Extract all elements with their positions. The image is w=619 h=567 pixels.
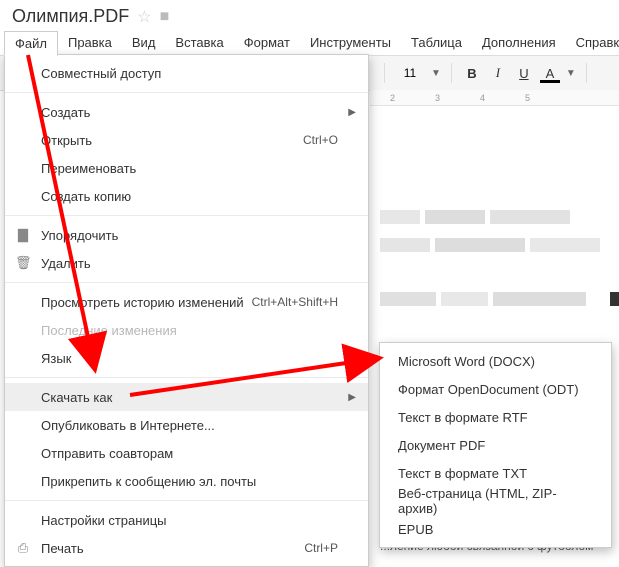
print-icon: ⎙ xyxy=(15,540,31,556)
menu-item-new[interactable]: Создать ▶ xyxy=(5,98,368,126)
submenu-item-epub[interactable]: EPUB xyxy=(380,515,611,543)
font-size-value[interactable]: 11 xyxy=(395,66,425,80)
menu-item-revision-history[interactable]: Просмотреть историю изменений Ctrl+Alt+S… xyxy=(5,288,368,316)
menu-item-organize[interactable]: ▇ Упорядочить xyxy=(5,221,368,249)
menu-item-email-collaborators[interactable]: Отправить соавторам xyxy=(5,439,368,467)
menu-item-recent-changes: Последние изменения xyxy=(5,316,368,344)
folder-icon: ▇ xyxy=(15,227,31,243)
ruler: 2 3 4 5 xyxy=(370,90,619,106)
menu-item-make-copy[interactable]: Создать копию xyxy=(5,182,368,210)
menu-item-label: Создать xyxy=(41,105,90,120)
menu-item-label: Настройки страницы xyxy=(41,513,167,528)
menu-item-print[interactable]: ⎙ Печать Ctrl+P xyxy=(5,534,368,562)
ruler-tick: 2 xyxy=(390,93,395,103)
doc-title[interactable]: Олимпия.PDF xyxy=(12,6,129,27)
menu-item-label: Скачать как xyxy=(41,390,112,405)
menu-item-label: Удалить xyxy=(41,256,91,271)
menu-item-language[interactable]: Язык ▶ xyxy=(5,344,368,372)
ruler-tick: 4 xyxy=(480,93,485,103)
download-as-submenu: Microsoft Word (DOCX) Формат OpenDocumen… xyxy=(379,342,612,548)
menu-item-publish[interactable]: Опубликовать в Интернете... xyxy=(5,411,368,439)
menu-item-label: Открыть xyxy=(41,133,92,148)
menu-item-email-attachment[interactable]: Прикрепить к сообщению эл. почты xyxy=(5,467,368,495)
title-bar: Олимпия.PDF ☆ ■ xyxy=(0,0,619,31)
menu-item-label: Печать xyxy=(41,541,84,556)
submenu-arrow-icon: ▶ xyxy=(348,107,356,118)
menu-item-rename[interactable]: Переименовать xyxy=(5,154,368,182)
menu-item-label: Создать копию xyxy=(41,189,131,204)
star-icon[interactable]: ☆ xyxy=(137,7,151,27)
menu-edit[interactable]: Правка xyxy=(58,31,122,55)
submenu-item-txt[interactable]: Текст в формате TXT xyxy=(380,459,611,487)
submenu-arrow-icon: ▶ xyxy=(348,392,356,403)
menu-help[interactable]: Справка xyxy=(566,31,619,55)
font-size-dropdown-icon[interactable]: ▼ xyxy=(431,68,441,79)
bold-button[interactable]: B xyxy=(462,66,482,81)
document-content xyxy=(380,110,619,320)
menu-view[interactable]: Вид xyxy=(122,31,166,55)
menu-item-label: Совместный доступ xyxy=(41,66,161,81)
submenu-item-docx[interactable]: Microsoft Word (DOCX) xyxy=(380,347,611,375)
underline-button[interactable]: U xyxy=(514,66,534,81)
menu-item-label: Просмотреть историю изменений xyxy=(41,295,244,310)
submenu-arrow-icon: ▶ xyxy=(348,353,356,364)
shortcut-label: Ctrl+O xyxy=(303,133,338,147)
submenu-item-html[interactable]: Веб-страница (HTML, ZIP-архив) xyxy=(380,487,611,515)
submenu-item-odt[interactable]: Формат OpenDocument (ODT) xyxy=(380,375,611,403)
menu-item-delete[interactable]: 🗑 Удалить xyxy=(5,249,368,277)
menu-item-label: Язык xyxy=(41,351,71,366)
submenu-item-pdf[interactable]: Документ PDF xyxy=(380,431,611,459)
menu-tools[interactable]: Инструменты xyxy=(300,31,401,55)
menu-item-label: Переименовать xyxy=(41,161,136,176)
menu-item-download-as[interactable]: Скачать как ▶ xyxy=(5,383,368,411)
file-dropdown-menu: Совместный доступ Создать ▶ Открыть Ctrl… xyxy=(4,54,369,567)
menu-bar: Файл Правка Вид Вставка Формат Инструмен… xyxy=(0,31,619,56)
menu-item-share[interactable]: Совместный доступ xyxy=(5,59,368,87)
text-color-button[interactable]: A xyxy=(540,66,560,81)
menu-addons[interactable]: Дополнения xyxy=(472,31,566,55)
shortcut-label: Ctrl+P xyxy=(304,541,338,555)
menu-format[interactable]: Формат xyxy=(234,31,300,55)
color-dropdown-icon[interactable]: ▼ xyxy=(566,68,576,79)
menu-file[interactable]: Файл xyxy=(4,31,58,56)
menu-item-label: Прикрепить к сообщению эл. почты xyxy=(41,474,256,489)
folder-icon[interactable]: ■ xyxy=(160,8,170,26)
trash-icon: 🗑 xyxy=(15,255,31,271)
shortcut-label: Ctrl+Alt+Shift+H xyxy=(252,295,338,309)
menu-item-label: Отправить соавторам xyxy=(41,446,173,461)
menu-table[interactable]: Таблица xyxy=(401,31,472,55)
menu-item-label: Последние изменения xyxy=(41,323,177,338)
menu-insert[interactable]: Вставка xyxy=(165,31,233,55)
menu-item-page-setup[interactable]: Настройки страницы xyxy=(5,506,368,534)
ruler-tick: 5 xyxy=(525,93,530,103)
italic-button[interactable]: I xyxy=(488,65,508,81)
menu-item-open[interactable]: Открыть Ctrl+O xyxy=(5,126,368,154)
ruler-tick: 3 xyxy=(435,93,440,103)
menu-item-label: Упорядочить xyxy=(41,228,118,243)
menu-item-label: Опубликовать в Интернете... xyxy=(41,418,215,433)
submenu-item-rtf[interactable]: Текст в формате RTF xyxy=(380,403,611,431)
